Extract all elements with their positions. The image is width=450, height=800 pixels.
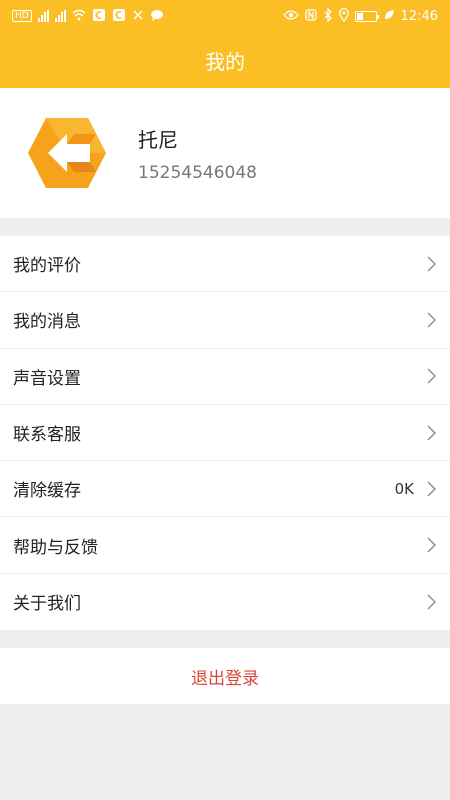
nfc-icon [304, 8, 317, 24]
menu-item-label: 关于我们 [13, 594, 81, 615]
app-icon-person [132, 9, 144, 24]
battery-level [356, 12, 364, 20]
battery-icon [354, 10, 379, 22]
chevron-right-icon [427, 537, 436, 553]
location-icon [338, 7, 349, 25]
profile-text: 托尼 15254546048 [138, 124, 257, 183]
menu-item-my-messages[interactable]: 我的消息 [0, 292, 450, 349]
menu-item-help-feedback[interactable]: 帮助与反馈 [0, 517, 450, 574]
menu-item-label: 联系客服 [13, 425, 81, 446]
eye-icon [282, 9, 299, 24]
chevron-right-icon [427, 481, 436, 497]
avatar[interactable] [26, 112, 108, 194]
menu-item-clear-cache[interactable]: 清除缓存 0K [0, 461, 450, 518]
clock-time: 12:46 [400, 8, 438, 24]
menu-item-label: 声音设置 [13, 368, 81, 389]
signal-icon [37, 10, 49, 22]
leaf-icon [383, 9, 395, 24]
menu-item-label: 帮助与反馈 [13, 537, 98, 558]
menu-item-label: 我的评价 [13, 256, 81, 277]
app-notification-icon [92, 8, 106, 25]
menu-item-contact-support[interactable]: 联系客服 [0, 405, 450, 462]
chevron-right-icon [427, 368, 436, 384]
logout-label: 退出登录 [191, 668, 259, 689]
menu-item-sound-settings[interactable]: 声音设置 [0, 349, 450, 405]
chevron-right-icon [427, 425, 436, 441]
menu-item-my-reviews[interactable]: 我的评价 [0, 236, 450, 293]
status-left: HD [12, 8, 164, 25]
brand-logo-icon [28, 118, 106, 188]
page-title: 我的 [205, 49, 245, 74]
profile-card[interactable]: 托尼 15254546048 [0, 88, 450, 218]
chevron-right-icon [427, 312, 436, 328]
status-right: 12:46 [282, 6, 438, 25]
user-phone: 15254546048 [138, 162, 257, 183]
app-notification-icon-2 [112, 8, 126, 25]
chevron-right-icon [427, 594, 436, 610]
hd-indicator: HD [12, 10, 32, 22]
app-header: 我的 [0, 32, 450, 88]
chat-bubble-icon [150, 9, 164, 24]
menu-item-label: 我的消息 [13, 312, 81, 333]
settings-menu: 我的评价 我的消息 声音设置 联系客服 清除缓存 0K 帮助与反馈 关于我们 [0, 236, 450, 631]
user-name: 托尼 [138, 127, 178, 152]
logout-button[interactable]: 退出登录 [0, 648, 450, 704]
signal-icon-2 [54, 10, 66, 22]
bluetooth-icon [323, 6, 333, 25]
chevron-right-icon [427, 256, 436, 272]
menu-item-about-us[interactable]: 关于我们 [0, 574, 450, 630]
wifi-icon [72, 9, 86, 24]
menu-item-label: 清除缓存 [13, 481, 81, 502]
status-bar: HD 12:46 [0, 0, 450, 32]
cache-size-value: 0K [394, 479, 414, 498]
